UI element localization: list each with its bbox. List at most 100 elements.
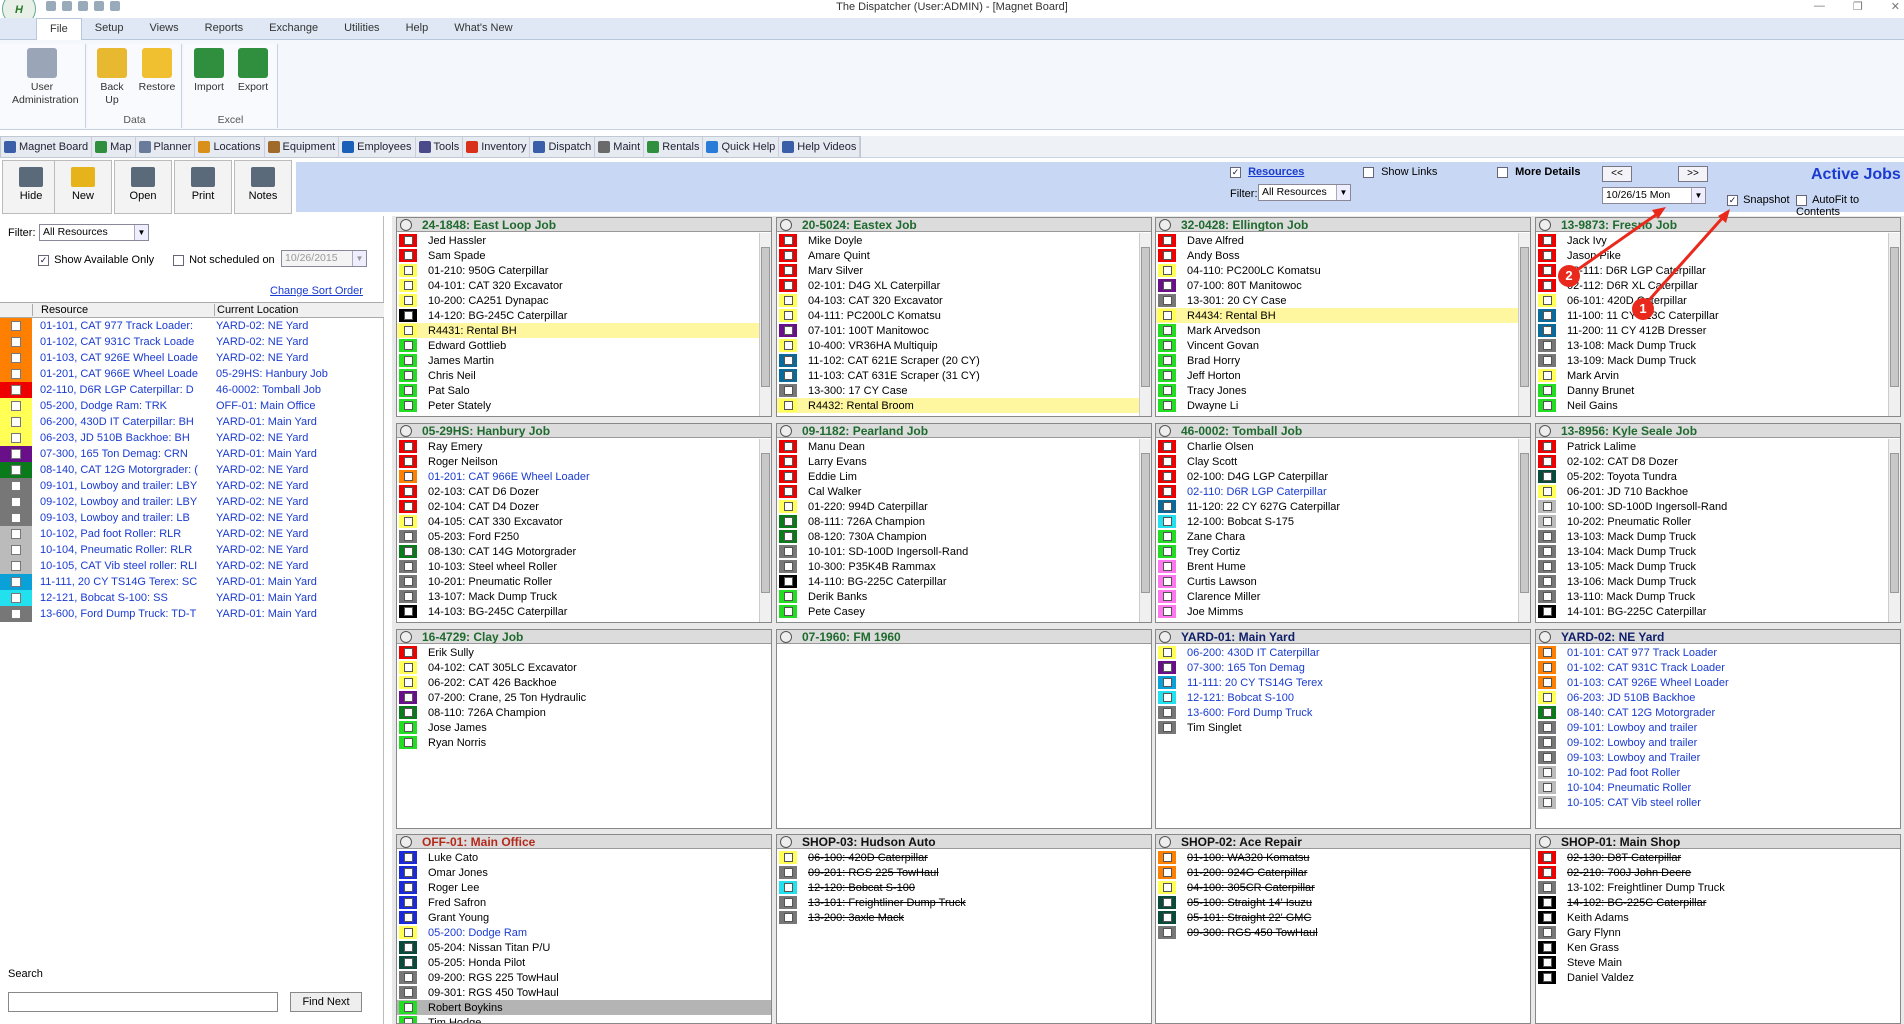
job-panel-header[interactable]: 09-1182: Pearland Job xyxy=(777,424,1151,438)
job-panel-header[interactable]: 20-5024: Eastex Job xyxy=(777,218,1151,232)
magnet-item[interactable]: Chris Neil xyxy=(397,368,771,383)
magnet-item[interactable]: Tim Singlet xyxy=(1156,720,1530,735)
magnet-item[interactable]: 14-101: BG-225C Caterpillar xyxy=(1536,604,1900,619)
magnet-item[interactable]: 13-106: Mack Dump Truck xyxy=(1536,574,1900,589)
resource-name[interactable]: 01-103, CAT 926E Wheel Loade xyxy=(32,352,214,364)
item-checkbox[interactable] xyxy=(1542,386,1552,395)
tab-setup[interactable]: Setup xyxy=(82,18,137,40)
table-row[interactable]: 09-103, Lowboy and trailer: LB YARD-02: N… xyxy=(0,510,384,526)
row-checkbox[interactable] xyxy=(11,337,21,347)
new-button[interactable]: New xyxy=(54,160,112,214)
resources-link[interactable]: Resources xyxy=(1248,166,1304,178)
job-panel[interactable]: 13-8956: Kyle Seale Job Patrick Lalime 02-… xyxy=(1535,423,1901,623)
item-checkbox[interactable] xyxy=(1162,898,1172,907)
item-checkbox[interactable] xyxy=(1162,502,1172,511)
item-checkbox[interactable] xyxy=(783,251,793,260)
item-checkbox[interactable] xyxy=(1542,341,1552,350)
magnet-item[interactable]: 08-120: 730A Champion xyxy=(777,529,1151,544)
scrollbar-thumb[interactable] xyxy=(761,453,770,593)
item-checkbox[interactable] xyxy=(403,547,413,556)
row-checkbox[interactable] xyxy=(11,497,21,507)
item-checkbox[interactable] xyxy=(403,401,413,410)
magnet-item[interactable]: 07-200: Crane, 25 Ton Hydraulic xyxy=(397,690,771,705)
magnet-item[interactable]: Zane Chara xyxy=(1156,529,1530,544)
show-links-toggle[interactable]: Show Links xyxy=(1363,166,1437,178)
item-checkbox[interactable] xyxy=(403,1018,413,1023)
scrollbar-thumb[interactable] xyxy=(1520,453,1529,593)
hide-button[interactable]: Hide xyxy=(2,160,60,214)
item-checkbox[interactable] xyxy=(1542,723,1552,732)
item-checkbox[interactable] xyxy=(403,442,413,451)
magnet-item[interactable]: 04-103: CAT 320 Excavator xyxy=(777,293,1151,308)
item-checkbox[interactable] xyxy=(1542,783,1552,792)
magnet-item[interactable]: Tracy Jones xyxy=(1156,383,1530,398)
item-checkbox[interactable] xyxy=(1542,738,1552,747)
magnet-item[interactable]: R4434: Rental BH xyxy=(1156,308,1530,323)
nav-locations[interactable]: Locations xyxy=(195,137,265,157)
tab-views[interactable]: Views xyxy=(136,18,191,40)
table-row[interactable]: 07-300, 165 Ton Demag: CRN YARD-01: Main … xyxy=(0,446,384,462)
item-checkbox[interactable] xyxy=(783,913,793,922)
scrollbar-thumb[interactable] xyxy=(1890,247,1899,387)
magnet-item[interactable]: 01-201: CAT 966E Wheel Loader xyxy=(397,469,771,484)
magnet-item[interactable]: Andy Boss xyxy=(1156,248,1530,263)
row-checkbox[interactable] xyxy=(11,321,21,331)
resources-toggle[interactable]: ✓ Resources xyxy=(1230,166,1304,178)
row-checkbox[interactable] xyxy=(11,353,21,363)
job-panel-header[interactable]: 07-1960: FM 1960 xyxy=(777,630,1151,644)
item-checkbox[interactable] xyxy=(1542,371,1552,380)
more-details-toggle[interactable]: More Details xyxy=(1497,166,1580,178)
job-panel-header[interactable]: 16-4729: Clay Job xyxy=(397,630,771,644)
magnet-item[interactable]: 07-101: 100T Manitowoc xyxy=(777,323,1151,338)
job-panel[interactable]: YARD-01: Main Yard 06-200: 430D IT Caterp… xyxy=(1155,629,1531,829)
magnet-item[interactable]: Robert Boykins xyxy=(397,1000,771,1015)
panel-scrollbar[interactable] xyxy=(1139,233,1151,416)
table-row[interactable]: 06-203, JD 510B Backhoe: BH YARD-02: NE Y… xyxy=(0,430,384,446)
item-checkbox[interactable] xyxy=(403,723,413,732)
item-checkbox[interactable] xyxy=(783,517,793,526)
item-checkbox[interactable] xyxy=(403,868,413,877)
magnet-item[interactable]: 06-203: JD 510B Backhoe xyxy=(1536,690,1900,705)
magnet-item[interactable]: Daniel Valdez xyxy=(1536,970,1900,985)
item-checkbox[interactable] xyxy=(403,311,413,320)
export-button[interactable]: Export xyxy=(232,48,274,94)
magnet-item[interactable]: Keith Adams xyxy=(1536,910,1900,925)
item-checkbox[interactable] xyxy=(1162,928,1172,937)
magnifier-icon[interactable] xyxy=(1159,630,1171,643)
resources-checkbox[interactable]: ✓ xyxy=(1230,166,1241,178)
item-checkbox[interactable] xyxy=(1542,693,1552,702)
table-row[interactable]: 09-101, Lowboy and trailer: LBY YARD-02: … xyxy=(0,478,384,494)
magnet-item[interactable]: Pat Salo xyxy=(397,383,771,398)
magnet-item[interactable]: 01-102: CAT 931C Track Loader xyxy=(1536,660,1900,675)
magnifier-icon[interactable] xyxy=(780,835,792,848)
panel-scrollbar[interactable] xyxy=(1139,439,1151,622)
item-checkbox[interactable] xyxy=(1542,958,1552,967)
item-checkbox[interactable] xyxy=(403,266,413,275)
magnet-item[interactable]: Luke Cato xyxy=(397,850,771,865)
job-panel[interactable]: SHOP-01: Main Shop 02-130: D8T Caterpilla… xyxy=(1535,834,1901,1024)
magnet-item[interactable]: Steve Main xyxy=(1536,955,1900,970)
table-row[interactable]: 05-200, Dodge Ram: TRK OFF-01: Main Offic… xyxy=(0,398,384,414)
item-checkbox[interactable] xyxy=(403,928,413,937)
item-checkbox[interactable] xyxy=(1162,311,1172,320)
prev-day-button[interactable]: << xyxy=(1602,166,1632,182)
row-checkbox[interactable] xyxy=(11,513,21,523)
table-row[interactable]: 01-201, CAT 966E Wheel Loade 05-29HS: Han… xyxy=(0,366,384,382)
more-details-checkbox[interactable] xyxy=(1497,166,1508,178)
resource-name[interactable]: 06-203, JD 510B Backhoe: BH xyxy=(32,432,214,444)
panel-scrollbar[interactable] xyxy=(1888,439,1900,622)
magnet-item[interactable]: 09-300: RGS 450 TowHaul xyxy=(1156,925,1530,940)
search-input[interactable] xyxy=(8,992,278,1012)
magnet-item[interactable]: 01-200: 924G Caterpillar xyxy=(1156,865,1530,880)
nav-planner[interactable]: Planner xyxy=(136,137,196,157)
magnet-item[interactable]: 10-400: VR36HA Multiquip xyxy=(777,338,1151,353)
item-checkbox[interactable] xyxy=(1542,607,1552,616)
magnet-item[interactable]: 05-100: Straight 14' Isuzu xyxy=(1156,895,1530,910)
magnet-item[interactable]: 07-100: 80T Manitowoc xyxy=(1156,278,1530,293)
magnet-item[interactable]: Edward Gottlieb xyxy=(397,338,771,353)
magnet-item[interactable]: 05-202: Toyota Tundra xyxy=(1536,469,1900,484)
show-available-checkbox[interactable]: ✓ xyxy=(38,254,49,266)
magnet-item[interactable]: 01-210: 950G Caterpillar xyxy=(397,263,771,278)
magnet-item[interactable]: 05-205: Honda Pilot xyxy=(397,955,771,970)
magnet-item[interactable]: 13-300: 17 CY Case xyxy=(777,383,1151,398)
